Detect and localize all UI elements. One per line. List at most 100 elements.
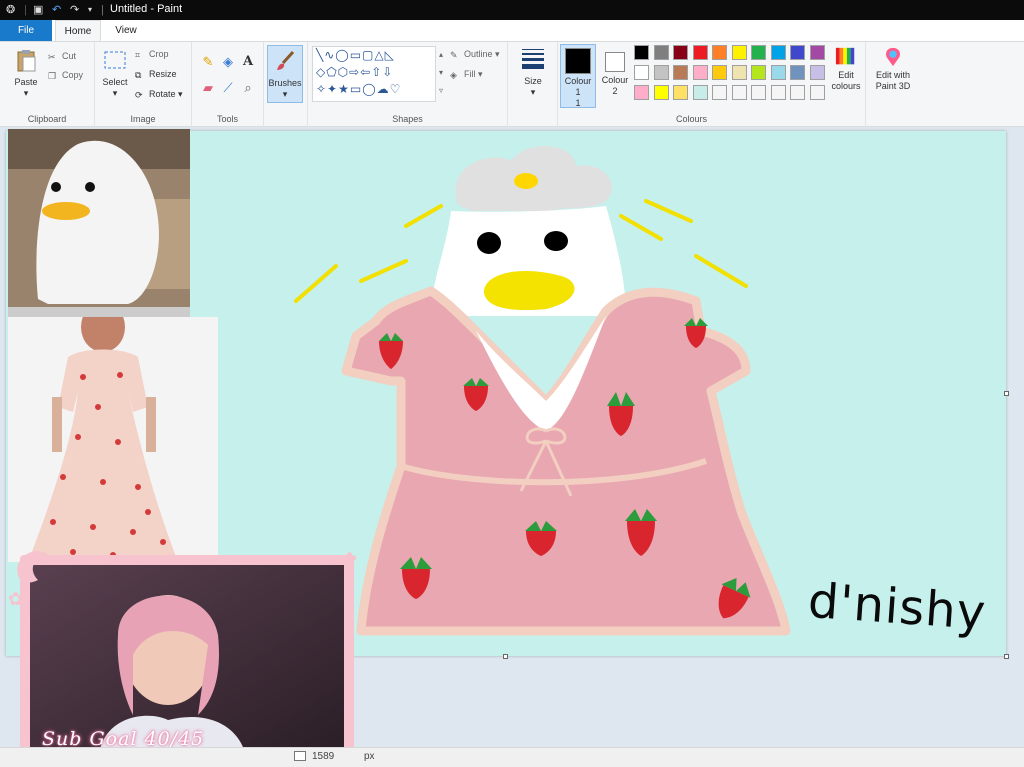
text-tool-icon[interactable]: A (240, 54, 256, 70)
outline-button[interactable]: ✎ Outline ▾ (450, 48, 500, 60)
size-group: Size ▾ (508, 42, 558, 127)
resize-button[interactable]: ⧉ Resize (135, 68, 177, 80)
cut-label: Cut (62, 51, 77, 61)
separator: | (24, 4, 27, 16)
fill-bucket-icon[interactable]: ◈ (220, 54, 236, 70)
tab-home[interactable]: Home (55, 20, 101, 41)
edit-colours-icon (835, 47, 855, 65)
shapes-gallery[interactable]: ╲∿◯▭▢△◺ ◇⬠⬡⇨⇦⇧⇩ ✧✦★▭◯☁♡ (312, 46, 436, 102)
shapes-row: ◇⬠⬡⇨⇦⇧⇩ (316, 65, 394, 79)
chevron-down-icon: ▾ (112, 88, 118, 98)
rotate-icon: ⟳ (135, 90, 143, 100)
palette-swatch[interactable] (809, 85, 825, 100)
magnifier-icon[interactable]: ⌕ (240, 80, 256, 96)
palette-swatch[interactable] (809, 45, 825, 60)
palette-swatch[interactable] (712, 65, 727, 80)
image-size-icon (294, 751, 306, 761)
palette-swatch[interactable] (634, 65, 649, 80)
palette-swatch[interactable] (634, 85, 649, 100)
palette-swatch[interactable] (653, 85, 669, 100)
canvas-resize-bottom-handle[interactable] (503, 654, 508, 659)
palette-swatch[interactable] (712, 85, 727, 100)
palette-swatch[interactable] (790, 45, 805, 60)
palette-swatch[interactable] (731, 65, 747, 80)
status-bar: 1589 px (0, 747, 1024, 767)
palette-swatch[interactable] (770, 65, 786, 80)
canvas-resize-right-handle[interactable] (1004, 391, 1009, 396)
paint-app-icon[interactable]: ❂ (6, 3, 15, 17)
customize-icon[interactable]: ▾ (88, 3, 92, 17)
palette-swatch[interactable] (692, 45, 708, 60)
fill-button[interactable]: ◈ Fill ▾ (450, 68, 483, 80)
palette-swatch[interactable] (712, 45, 727, 60)
colour2-label: Colour (601, 75, 629, 85)
brushes-label: Brushes (268, 78, 302, 88)
chevron-down-icon: ▾ (23, 88, 29, 98)
eraser-icon[interactable]: ▰ (200, 80, 216, 96)
colour-picker-icon[interactable]: ⟋ (220, 80, 236, 96)
pencil-icon[interactable]: ✎ (200, 54, 216, 70)
canvas-resize-corner-handle[interactable] (1004, 654, 1009, 659)
chevron-down-icon: ▾ (282, 89, 288, 99)
edit-paint3d-button[interactable]: Edit with Paint 3D (870, 46, 916, 92)
palette-swatch[interactable] (653, 65, 669, 80)
image-width-value: 1589 (312, 751, 335, 762)
colour1-swatch (565, 48, 591, 74)
strawberry-dress-image (8, 317, 218, 562)
palette-swatch[interactable] (692, 85, 708, 100)
palette-swatch[interactable] (673, 85, 688, 100)
shapes-row: ✧✦★▭◯☁♡ (316, 82, 402, 96)
copy-button[interactable]: ❐ Copy (48, 69, 83, 81)
size-button[interactable]: Size ▾ (516, 47, 550, 98)
tools-group-label: Tools (216, 114, 238, 124)
palette-swatch[interactable] (731, 45, 747, 60)
resize-icon: ⧉ (135, 70, 142, 80)
clipboard-group: Paste ▾ ✂ Cut ❐ Copy Clipboard (0, 42, 95, 127)
paste-label: Paste (14, 77, 38, 87)
save-icon[interactable]: ▣ (33, 3, 43, 17)
colour2-button[interactable]: Colour 2 (598, 44, 632, 108)
brushes-group: Brushes ▾ (264, 42, 308, 127)
image-group: Select ▾ ⌗ Crop ⧉ Resize ⟳ Rotate ▾ Image (95, 42, 192, 127)
palette-swatch[interactable] (731, 85, 747, 100)
colour1-button[interactable]: Colour 1 1 (560, 44, 596, 108)
duck-right-eye (544, 231, 568, 251)
tab-view[interactable]: View (104, 20, 148, 41)
tools-group: ✎ ◈ A ▰ ⟋ ⌕ Tools (192, 42, 264, 127)
palette-swatch[interactable] (673, 65, 688, 80)
undo-icon[interactable]: ↶ (52, 3, 61, 17)
palette-swatch[interactable] (790, 85, 805, 100)
reference-duck-photo (8, 129, 190, 317)
select-icon (104, 51, 126, 69)
separator: | (101, 4, 104, 16)
svg-text:✿: ✿ (342, 549, 357, 569)
palette-swatch[interactable] (653, 45, 669, 60)
palette-swatch[interactable] (673, 45, 688, 60)
cut-button[interactable]: ✂ Cut (48, 50, 76, 62)
crop-button[interactable]: ⌗ Crop (135, 48, 169, 60)
select-button[interactable]: Select ▾ (99, 48, 131, 99)
palette-swatch[interactable] (634, 45, 649, 60)
palette-swatch[interactable] (770, 45, 786, 60)
title-bar: ❂ | ▣ ↶ ↷ ▾ | Untitled - Paint (0, 0, 1024, 20)
scissors-icon: ✂ (48, 52, 56, 62)
palette-swatch[interactable] (790, 65, 805, 80)
brush-icon (277, 50, 295, 70)
palette-swatch[interactable] (751, 65, 766, 80)
tab-file[interactable]: File (0, 20, 52, 41)
edit-colours-button[interactable]: Edit colours (828, 46, 864, 92)
brushes-button[interactable]: Brushes ▾ (267, 45, 303, 103)
palette-swatch[interactable] (751, 45, 766, 60)
redo-icon[interactable]: ↷ (70, 3, 79, 17)
colour1-label: Colour 1 (564, 76, 592, 97)
palette-swatch[interactable] (692, 65, 708, 80)
palette-swatch[interactable] (809, 65, 825, 80)
rotate-button[interactable]: ⟳ Rotate ▾ (135, 88, 183, 100)
palette-swatch[interactable] (770, 85, 786, 100)
copy-label: Copy (62, 70, 84, 80)
paste-button[interactable]: Paste ▾ (8, 48, 44, 99)
paint3d-icon (886, 47, 900, 67)
shapes-scroll[interactable]: ▴ ▾ ▿ (436, 46, 446, 100)
fill-icon: ◈ (450, 70, 457, 80)
palette-swatch[interactable] (751, 85, 766, 100)
